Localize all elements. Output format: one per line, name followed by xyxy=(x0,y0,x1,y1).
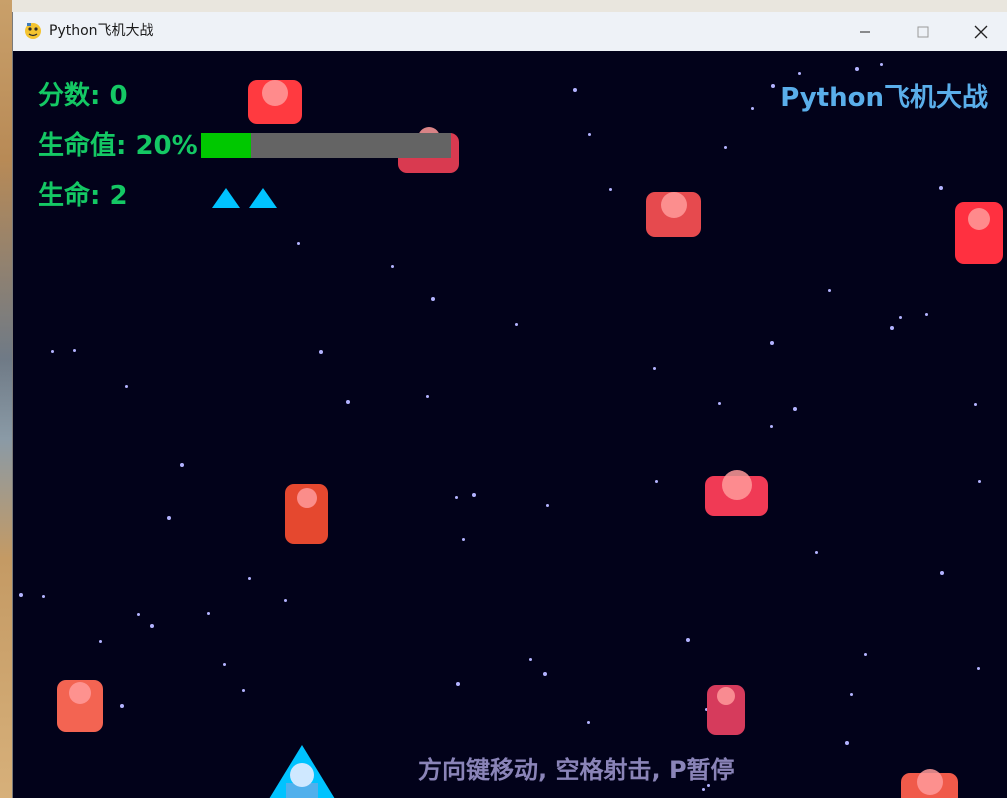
star xyxy=(167,516,171,520)
window-title: Python飞机大战 xyxy=(49,23,154,39)
enemy-plane xyxy=(646,192,701,237)
star xyxy=(472,493,476,497)
star xyxy=(977,667,980,670)
health-bar xyxy=(201,133,451,158)
health-display: 生命值: 20% xyxy=(38,131,198,161)
star xyxy=(456,682,460,686)
enemy-plane xyxy=(707,685,745,735)
star xyxy=(51,350,54,353)
star xyxy=(686,638,690,642)
star xyxy=(974,403,977,406)
star xyxy=(426,395,429,398)
enemy-plane xyxy=(285,484,328,544)
star xyxy=(770,341,774,345)
star xyxy=(751,107,754,110)
star xyxy=(828,289,831,292)
star xyxy=(653,367,656,370)
star xyxy=(180,463,184,467)
star xyxy=(319,350,323,354)
star xyxy=(940,571,944,575)
star xyxy=(462,538,465,541)
star xyxy=(223,663,226,666)
star xyxy=(573,88,577,92)
life-ship-icon xyxy=(249,188,277,208)
star xyxy=(431,297,435,301)
star xyxy=(150,624,154,628)
enemy-plane xyxy=(901,769,958,798)
star xyxy=(718,402,721,405)
star xyxy=(850,693,853,696)
star xyxy=(529,658,532,661)
star xyxy=(587,721,590,724)
star xyxy=(19,593,23,597)
star xyxy=(925,313,928,316)
maximize-icon xyxy=(917,26,929,37)
star xyxy=(899,316,902,319)
star xyxy=(137,613,140,616)
desktop-background xyxy=(0,0,12,798)
star xyxy=(284,599,287,602)
star xyxy=(864,653,867,656)
star xyxy=(724,146,727,149)
star xyxy=(798,72,801,75)
close-button[interactable] xyxy=(952,12,1007,51)
score-display: 分数: 0 xyxy=(38,81,128,111)
star xyxy=(588,133,591,136)
star xyxy=(242,689,245,692)
game-window: Python飞机大战 分数: 0 生命值: 20% 生命: 2 Python飞机… xyxy=(12,12,1007,798)
star xyxy=(515,323,518,326)
star xyxy=(793,407,797,411)
player-ship xyxy=(269,745,335,798)
star xyxy=(845,741,849,745)
star xyxy=(346,400,350,404)
star xyxy=(609,188,612,191)
minimize-button[interactable] xyxy=(836,12,894,51)
star xyxy=(939,186,943,190)
star xyxy=(125,385,128,388)
maximize-button[interactable] xyxy=(894,12,952,51)
life-ship-icon xyxy=(212,188,240,208)
star xyxy=(655,480,658,483)
star xyxy=(815,551,818,554)
star xyxy=(99,640,102,643)
enemy-plane xyxy=(248,80,302,124)
star xyxy=(543,672,547,676)
star xyxy=(978,480,981,483)
star xyxy=(770,425,773,428)
star xyxy=(546,504,549,507)
star xyxy=(248,577,251,580)
close-icon xyxy=(974,25,988,38)
enemy-plane xyxy=(57,680,103,732)
game-canvas[interactable]: 分数: 0 生命值: 20% 生命: 2 Python飞机大战 方向键移动, 空… xyxy=(13,51,1007,798)
health-bar-fill xyxy=(201,133,251,158)
enemy-plane xyxy=(955,202,1003,264)
lives-display: 生命: 2 xyxy=(38,181,128,211)
star xyxy=(42,595,45,598)
enemy-plane xyxy=(705,470,768,516)
star xyxy=(880,63,883,66)
controls-hint: 方向键移动, 空格射击, P暂停 xyxy=(418,756,735,784)
game-brand-title: Python飞机大战 xyxy=(780,83,988,113)
title-bar[interactable]: Python飞机大战 xyxy=(13,12,1007,52)
star xyxy=(455,496,458,499)
star xyxy=(391,265,394,268)
star xyxy=(771,84,775,88)
pygame-snake-icon xyxy=(25,23,41,39)
star xyxy=(890,326,894,330)
star xyxy=(120,704,124,708)
star xyxy=(297,242,300,245)
star xyxy=(702,788,705,791)
star xyxy=(207,612,210,615)
minimize-icon xyxy=(860,31,870,32)
star xyxy=(855,67,859,71)
star xyxy=(73,349,76,352)
